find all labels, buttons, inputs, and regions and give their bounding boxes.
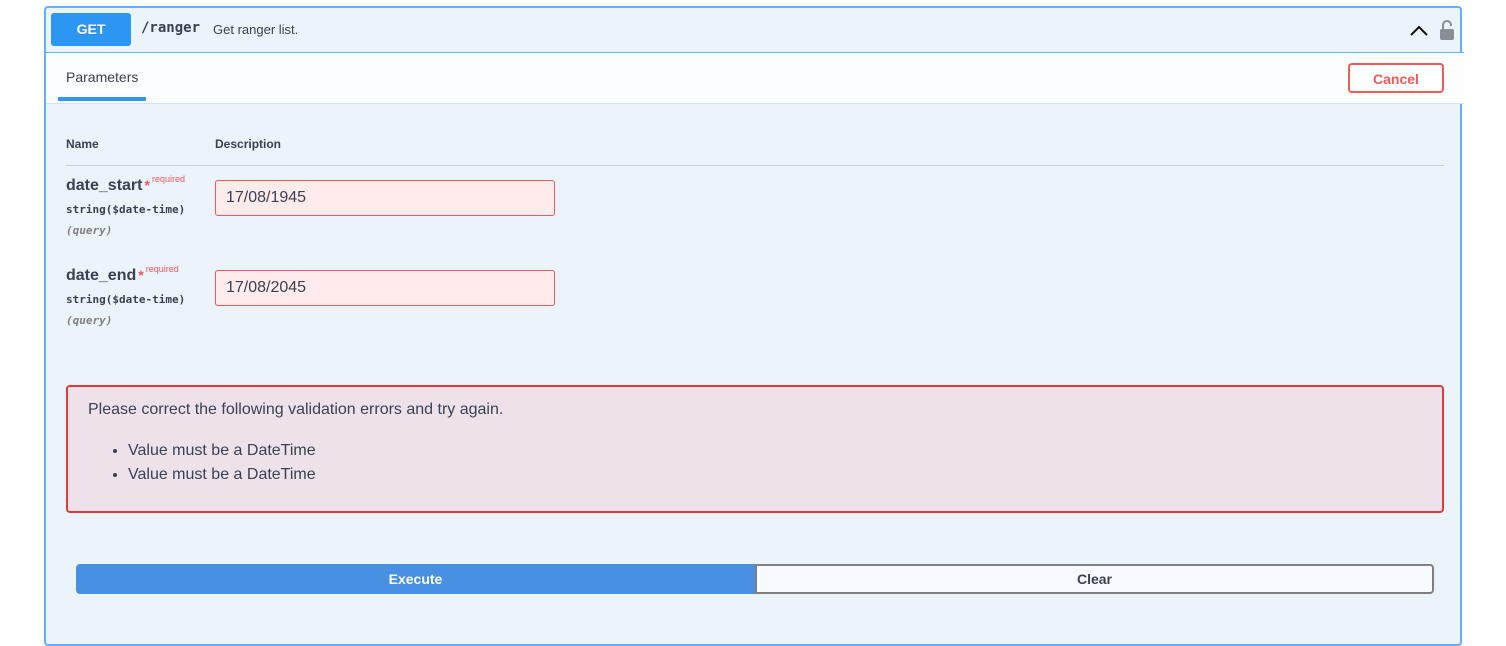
param-name: date_end * required <box>66 264 216 285</box>
param-type: string($date-time) <box>66 203 186 216</box>
description-column-header: Description <box>215 137 282 151</box>
date-start-input[interactable] <box>215 180 555 216</box>
tab-parameters-label: Parameters <box>66 69 139 85</box>
name-column-header: Name <box>66 137 99 151</box>
execute-button[interactable]: Execute <box>76 564 755 594</box>
clear-button[interactable]: Clear <box>755 564 1434 594</box>
required-star: * <box>144 177 150 193</box>
required-label: required <box>151 174 185 184</box>
header-divider <box>66 165 1444 166</box>
validation-error-item: Value must be a DateTime <box>128 439 316 463</box>
param-name-text: date_end <box>66 267 137 284</box>
param-location: (query) <box>66 224 113 237</box>
param-date-end-info: date_end * required string($date-time) (qu… <box>66 264 216 327</box>
param-type: string($date-time) <box>66 293 186 306</box>
validation-errors-box: Please correct the following validation … <box>66 385 1444 513</box>
tabs-header: Parameters Cancel <box>46 53 1464 104</box>
validation-error-list: Value must be a DateTime Value must be a… <box>88 439 316 487</box>
operation-summary[interactable]: GET /ranger Get ranger list. <box>46 8 1464 53</box>
date-end-input[interactable] <box>215 270 555 306</box>
validation-message: Please correct the following validation … <box>88 401 504 418</box>
operation-path: /ranger <box>141 20 201 36</box>
tab-parameters[interactable]: Parameters <box>58 53 146 104</box>
operation-block: GET /ranger Get ranger list. Parameters … <box>44 6 1464 646</box>
unlocked-padlock-icon[interactable] <box>1438 19 1456 41</box>
required-star: * <box>138 267 144 283</box>
param-date-start-info: date_start * required string($date-time) (… <box>66 174 216 237</box>
active-tab-indicator <box>58 97 146 101</box>
param-name: date_start * required <box>66 174 216 195</box>
required-label: required <box>145 264 179 274</box>
validation-error-item: Value must be a DateTime <box>128 463 316 487</box>
param-location: (query) <box>66 314 113 327</box>
execute-wrapper: Execute Clear <box>76 564 1434 594</box>
operation-description: Get ranger list. <box>213 22 299 37</box>
chevron-up-icon[interactable] <box>1408 20 1430 42</box>
cancel-button[interactable]: Cancel <box>1348 63 1444 93</box>
param-name-text: date_start <box>66 177 143 194</box>
http-method-badge: GET <box>51 13 131 46</box>
